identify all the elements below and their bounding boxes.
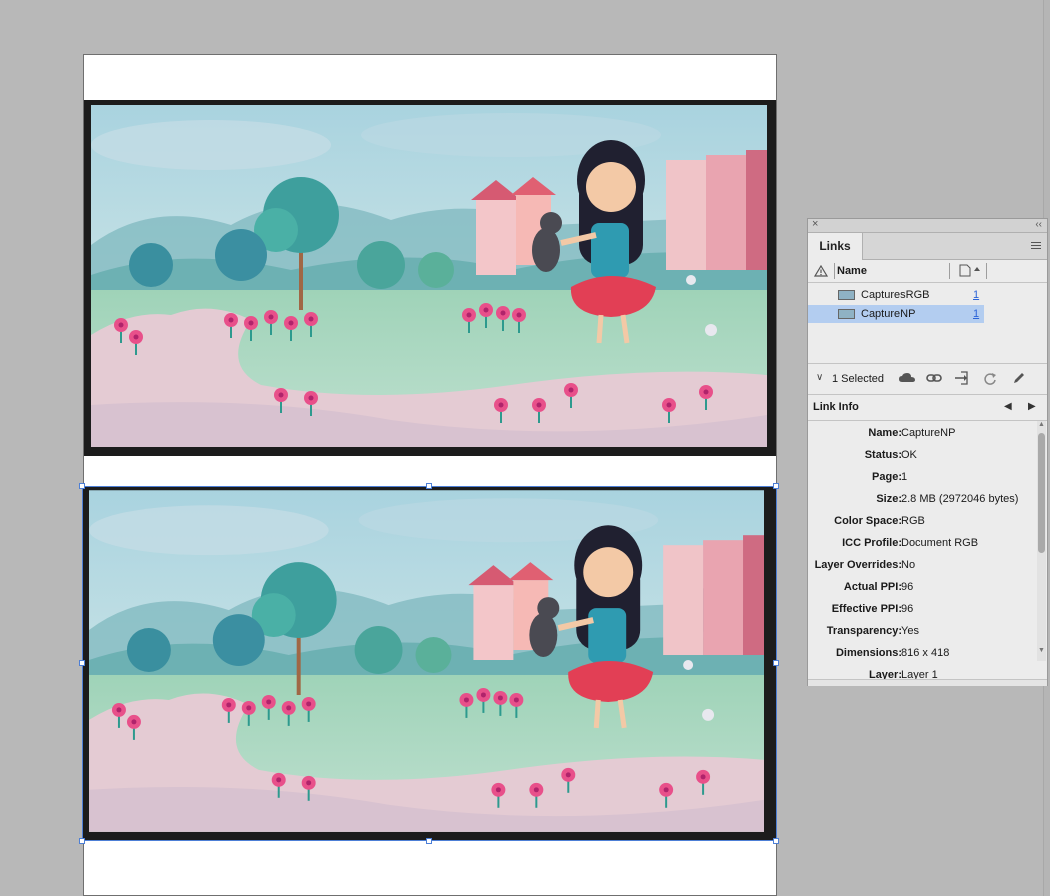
panel-menu-icon[interactable] (1031, 242, 1041, 250)
info-label: Effective PPI: (831, 603, 902, 615)
info-value: 816 x 418 (901, 647, 950, 659)
info-value: OK (901, 449, 917, 461)
illustration-capturesrgb (91, 105, 767, 447)
scroll-down-icon[interactable]: ▼ (1038, 647, 1045, 654)
info-label: ICC Profile: (842, 537, 902, 549)
info-value: 2.8 MB (2972046 bytes) (901, 493, 1019, 505)
info-value: Yes (901, 625, 919, 637)
cloud-link-icon[interactable] (898, 371, 916, 385)
info-row: Size: 2.8 MB (2972046 bytes) (808, 489, 1036, 511)
info-row: Dimensions: 816 x 418 (808, 643, 1036, 665)
resize-handle-tr[interactable] (773, 483, 779, 489)
info-value: Document RGB (901, 537, 979, 549)
resize-handle-ml[interactable] (79, 660, 85, 666)
chevron-down-icon[interactable]: ∨ (816, 372, 823, 383)
scroll-up-icon[interactable]: ▲ (1038, 421, 1045, 428)
resize-handle-mr[interactable] (773, 660, 779, 666)
collapse-icon[interactable]: ‹‹ (1035, 218, 1042, 231)
resize-handle-tm[interactable] (426, 483, 432, 489)
column-name-header[interactable]: Name (837, 265, 867, 277)
info-row: ICC Profile: Document RGB (808, 533, 1036, 555)
resize-handle-tl[interactable] (79, 483, 85, 489)
link-thumbnail-icon (838, 309, 855, 319)
info-value: No (901, 559, 916, 571)
panel-resize-grip[interactable] (808, 679, 1047, 686)
info-row: Layer: Layer 1 (808, 665, 1036, 679)
info-scrollbar[interactable]: ▲ ▼ (1037, 421, 1046, 661)
page-column-icon[interactable] (959, 264, 985, 277)
scrollbar-thumb[interactable] (1038, 433, 1045, 553)
links-panel: × ‹‹ Links Name CapturesRGB 1 CaptureNP … (807, 218, 1048, 686)
next-link-icon[interactable]: ▶ (1028, 401, 1036, 412)
info-row: Name: CaptureNP (808, 423, 1036, 445)
close-icon[interactable]: × (812, 218, 818, 231)
info-value: 96 (901, 581, 914, 593)
panel-titlebar: × ‹‹ (808, 218, 1047, 233)
link-info-title: Link Info (813, 401, 859, 413)
info-row: Transparency: Yes (808, 621, 1036, 643)
link-page-number[interactable]: 1 (973, 308, 979, 320)
info-label: Status: (864, 449, 902, 461)
info-row: Color Space: RGB (808, 511, 1036, 533)
go-to-link-icon[interactable] (954, 371, 970, 385)
image-frame-capturesrgb[interactable] (84, 100, 776, 456)
info-label: Layer: (868, 669, 902, 679)
column-separator (949, 263, 950, 279)
resize-handle-bl[interactable] (79, 838, 85, 844)
info-label: Size: (876, 493, 902, 505)
relink-icon[interactable] (926, 371, 942, 385)
link-page-number[interactable]: 1 (973, 289, 979, 301)
column-separator (986, 263, 987, 279)
links-column-header: Name (808, 260, 1047, 283)
column-separator (834, 263, 835, 279)
info-label: Page: (872, 471, 902, 483)
info-value: RGB (901, 515, 925, 527)
info-value: Layer 1 (901, 669, 938, 679)
link-name: CapturesRGB (861, 289, 930, 301)
warning-icon[interactable] (814, 265, 828, 277)
info-row: Layer Overrides: No (808, 555, 1036, 577)
info-label: Name: (868, 427, 902, 439)
info-value: 1 (901, 471, 908, 483)
info-label: Layer Overrides: (814, 559, 902, 571)
link-name: CaptureNP (861, 308, 916, 320)
update-link-icon[interactable] (983, 371, 997, 385)
link-info-header[interactable]: Link Info ◀ ▶ (808, 394, 1047, 421)
resize-handle-bm[interactable] (426, 838, 432, 844)
link-row[interactable]: CapturesRGB 1 (808, 286, 984, 304)
info-row: Actual PPI: 96 (808, 577, 1036, 599)
info-label: Actual PPI: (843, 581, 902, 593)
info-row: Status: OK (808, 445, 1036, 467)
selected-count: 1 Selected (832, 373, 884, 385)
tab-links[interactable]: Links (808, 233, 863, 260)
info-value: CaptureNP (901, 427, 956, 439)
previous-link-icon[interactable]: ◀ (1004, 401, 1012, 412)
info-label: Color Space: (834, 515, 902, 527)
selection-bounding-box (82, 486, 777, 841)
info-row: Page: 1 (808, 467, 1036, 489)
resize-handle-br[interactable] (773, 838, 779, 844)
panel-tab-bar: Links (808, 233, 1047, 260)
info-row: Effective PPI: 96 (808, 599, 1036, 621)
link-info-list: Name: CaptureNP Status: OK Page: 1 Size: 2.8… (808, 421, 1036, 679)
link-row-selected[interactable]: CaptureNP 1 (808, 305, 984, 323)
info-label: Dimensions: (835, 647, 902, 659)
selection-toolbar: ∨ 1 Selected (808, 363, 1047, 395)
info-label: Transparency: (826, 625, 902, 637)
link-thumbnail-icon (838, 290, 855, 300)
info-value: 96 (901, 603, 914, 615)
edit-original-icon[interactable] (1012, 371, 1026, 385)
